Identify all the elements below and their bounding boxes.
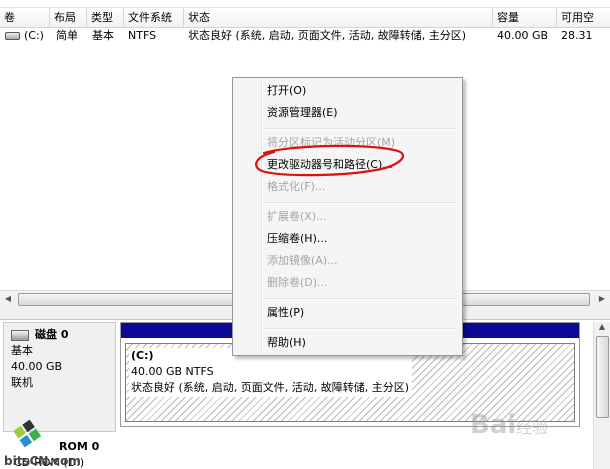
baidu-watermark-main: Bai — [470, 410, 517, 440]
partition-status: 状态良好 (系统, 启动, 页面文件, 活动, 故障转储, 主分区) — [131, 381, 410, 394]
menu-item-extend-volume: 扩展卷(X)... — [267, 210, 327, 223]
volume-label: (C:) — [24, 29, 44, 42]
vertical-scrollbar[interactable]: ▲ — [593, 322, 610, 469]
menu-separator — [264, 202, 458, 204]
column-header-free-space[interactable]: 可用空 — [557, 8, 610, 27]
scroll-up-icon[interactable]: ▲ — [594, 322, 610, 331]
column-header-status[interactable]: 状态 — [184, 8, 493, 27]
menu-separator — [264, 328, 458, 330]
volume-list-header: 卷 布局 类型 文件系统 状态 容量 可用空 — [0, 7, 610, 28]
menu-item-delete-volume: 删除卷(D)... — [267, 276, 328, 289]
drive-icon — [5, 32, 20, 40]
vertical-scrollbar-thumb[interactable] — [596, 336, 609, 418]
menu-item-help[interactable]: 帮助(H) — [267, 333, 457, 353]
capacity-cell: 40.00 GB — [497, 29, 549, 42]
column-header-filesystem[interactable]: 文件系统 — [124, 8, 184, 27]
layout-cell: 简单 — [56, 29, 78, 42]
menu-separator — [264, 128, 458, 130]
disk-icon — [11, 329, 29, 341]
volume-cell: (C:) — [2, 27, 50, 44]
menu-item-explorer[interactable]: 资源管理器(E) — [267, 103, 457, 123]
bitscn-watermark-text: bitsCN.com — [4, 454, 81, 468]
disk-title: 磁盘 0 — [35, 328, 69, 341]
column-header-layout[interactable]: 布局 — [50, 8, 87, 27]
column-header-volume[interactable]: 卷 — [0, 8, 50, 27]
menu-item-add-mirror: 添加镜像(A)... — [267, 254, 338, 267]
column-header-capacity[interactable]: 容量 — [493, 8, 557, 27]
volume-row[interactable]: (C:) 简单 基本 NTFS 状态良好 (系统, 启动, 页面文件, 活动, … — [0, 27, 610, 44]
partition-size: 40.00 GB NTFS — [131, 365, 214, 378]
scroll-left-icon[interactable]: ◀ — [0, 291, 16, 307]
disk-size: 40.00 GB — [11, 360, 63, 373]
scroll-right-icon[interactable]: ▶ — [594, 291, 610, 307]
menu-item-open[interactable]: 打开(O) — [267, 81, 457, 101]
column-header-type[interactable]: 类型 — [87, 8, 124, 27]
menu-item-properties[interactable]: 属性(P) — [267, 303, 457, 323]
disk-state: 联机 — [11, 376, 33, 389]
menu-separator — [264, 298, 458, 300]
disk-type: 基本 — [11, 344, 33, 357]
baidu-watermark-sub: 经验 — [516, 418, 549, 437]
red-highlight-circle — [255, 144, 405, 177]
type-cell: 基本 — [92, 29, 114, 42]
context-menu: 打开(O) 资源管理器(E) 将分区标记为活动分区(M) 更改驱动器号和路径(C… — [232, 77, 463, 356]
status-cell: 状态良好 (系统, 启动, 页面文件, 活动, 故障转储, 主分区) — [188, 29, 467, 42]
bitscn-watermark-logo: bitsCN.com — [4, 419, 81, 468]
menu-item-shrink-volume[interactable]: 压缩卷(H)... — [267, 229, 457, 249]
filesystem-cell: NTFS — [128, 29, 157, 42]
free-space-cell: 28.31 — [561, 29, 593, 42]
baidu-watermark: Bai经验 — [470, 410, 548, 440]
